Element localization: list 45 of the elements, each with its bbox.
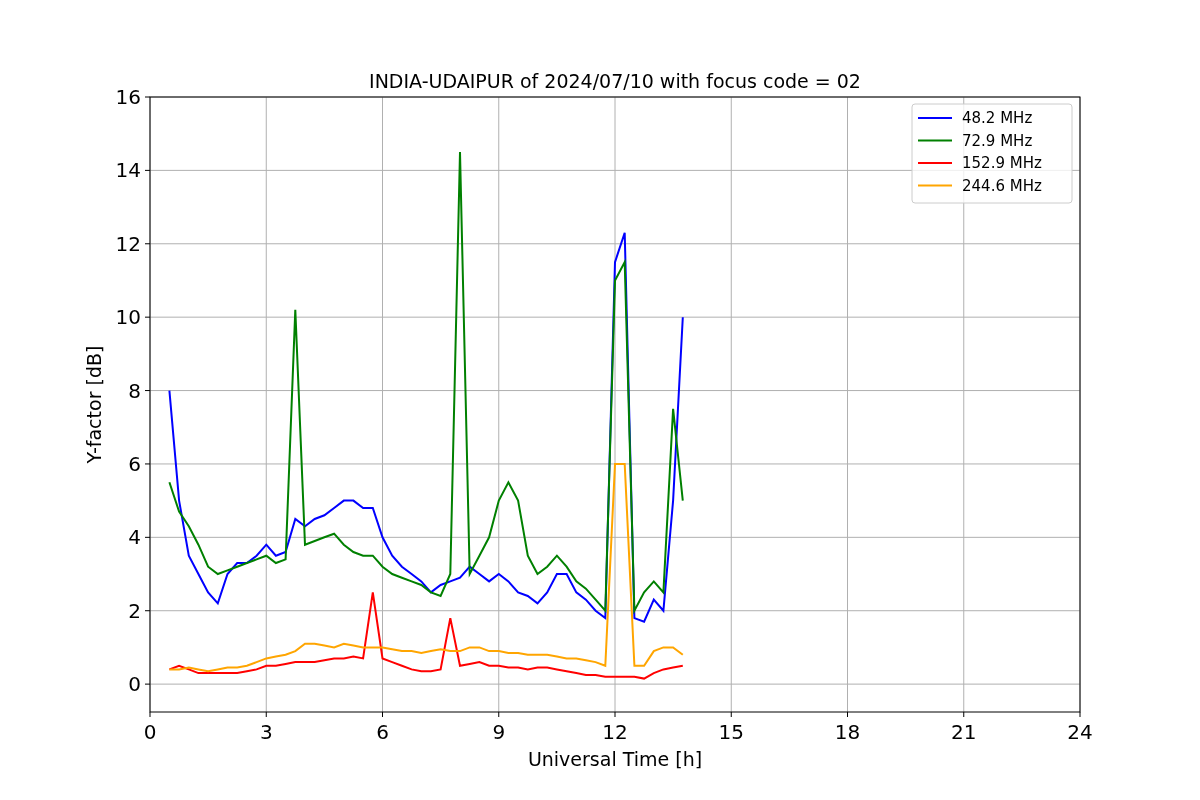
tick-label: 24 — [1067, 720, 1093, 744]
tick-mark — [144, 610, 151, 612]
tick-mark — [144, 536, 151, 538]
tick-label: 9 — [492, 720, 506, 744]
tick-mark — [614, 711, 616, 718]
tick-mark — [1079, 711, 1081, 718]
tick-mark — [144, 463, 151, 465]
tick-label: 12 — [115, 231, 141, 256]
tick-mark — [498, 711, 500, 718]
legend-label: 48.2 MHz — [962, 109, 1033, 127]
tick-label: 6 — [128, 451, 141, 476]
tick-mark — [963, 711, 965, 718]
tick-label: 4 — [128, 525, 141, 550]
legend-label: 244.6 MHz — [962, 176, 1042, 195]
tick-label: 15 — [718, 720, 744, 744]
tick-label: 16 — [115, 85, 141, 109]
tick-label: 3 — [259, 720, 273, 744]
tick-mark — [265, 711, 267, 718]
legend-swatch — [917, 184, 953, 187]
tick-mark — [730, 711, 732, 718]
tick-mark — [847, 711, 848, 718]
y-axis-label: Y-factor [dB] — [83, 345, 105, 464]
tick-mark — [144, 96, 151, 98]
tick-label: 2 — [128, 598, 141, 623]
tick-label: 14 — [115, 158, 141, 183]
tick-mark — [144, 316, 151, 318]
tick-mark — [149, 711, 151, 718]
tick-label: 10 — [115, 305, 141, 330]
tick-mark — [382, 711, 383, 718]
legend-label: 152.9 MHz — [962, 154, 1042, 172]
tick-label: 0 — [143, 720, 157, 744]
tick-mark — [144, 683, 151, 685]
x-axis-label: Universal Time [h] — [527, 748, 703, 770]
tick-label: 0 — [128, 672, 141, 697]
tick-label: 18 — [834, 720, 861, 744]
tick-mark — [144, 390, 151, 392]
tick-mark — [144, 169, 151, 171]
legend-swatch — [917, 139, 953, 142]
chart-title: INDIA-UDAIPUR of 2024/07/10 with focus code = 02 — [369, 70, 861, 92]
tick-label: 12 — [602, 720, 628, 744]
tick-label: 21 — [951, 720, 977, 744]
legend-label: 72.9 MHz — [962, 131, 1033, 150]
tick-label: 6 — [376, 720, 389, 744]
tick-label: 8 — [128, 378, 141, 403]
tick-mark — [144, 243, 151, 245]
